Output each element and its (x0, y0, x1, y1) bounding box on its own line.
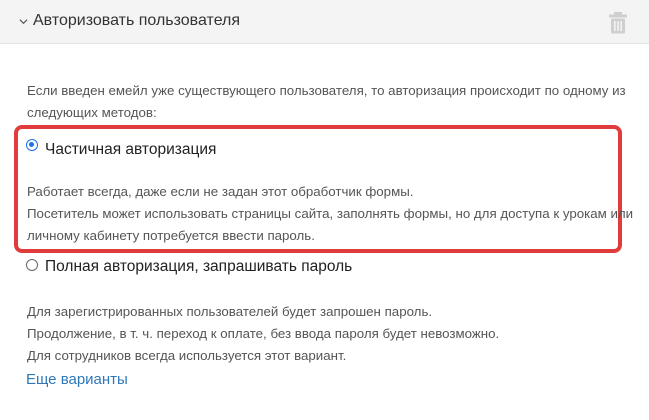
chevron-down-icon[interactable] (19, 17, 28, 26)
option-full-auth-label[interactable]: Полная авторизация, запрашивать пароль (45, 258, 352, 276)
option-full-auth-description: Для зарегистрированных пользователей буд… (27, 304, 500, 363)
radio-full-auth[interactable] (26, 259, 38, 271)
option-partial-auth-label[interactable]: Частичная авторизация (45, 141, 216, 159)
trash-icon[interactable] (608, 11, 628, 34)
more-options-link[interactable]: Еще варианты (26, 371, 128, 388)
radio-partial-auth[interactable] (26, 139, 38, 151)
section-header[interactable]: Авторизовать пользователя (0, 0, 649, 44)
option-partial-auth-description: Работает всегда, даже если не задан этот… (27, 184, 634, 243)
intro-text: Если введен емейл уже существующего поль… (27, 83, 626, 120)
section-title: Авторизовать пользователя (33, 12, 241, 29)
